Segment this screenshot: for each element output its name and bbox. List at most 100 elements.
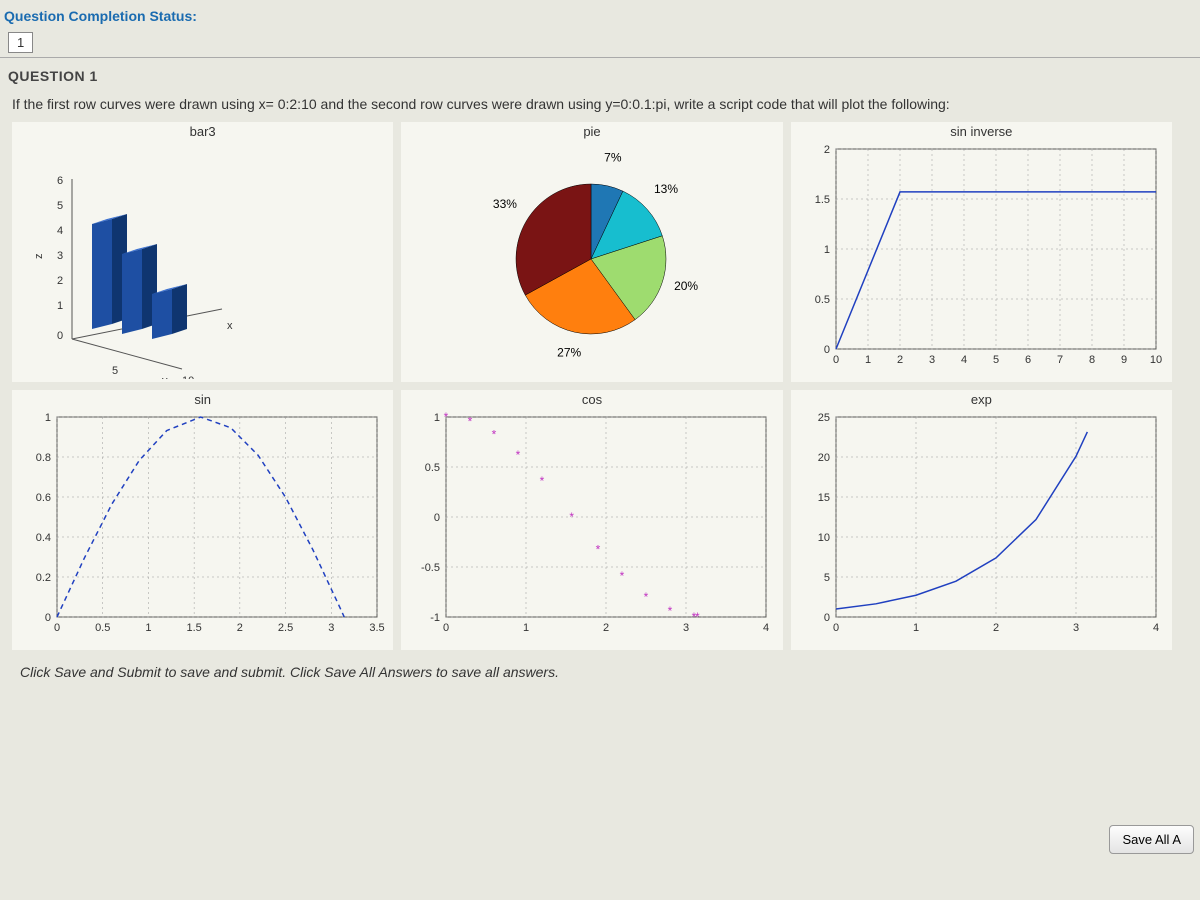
- svg-text:*: *: [516, 448, 521, 462]
- chart-exp: exp 0 1 2 3 4 0 5 10 15 20 25: [791, 390, 1172, 650]
- svg-text:5: 5: [57, 200, 63, 212]
- svg-text:*: *: [695, 610, 700, 624]
- svg-text:9: 9: [1121, 354, 1127, 366]
- svg-text:1: 1: [523, 622, 529, 634]
- svg-text:5: 5: [993, 354, 999, 366]
- question-heading: QUESTION 1: [0, 58, 1200, 88]
- save-all-button[interactable]: Save All A: [1109, 825, 1194, 854]
- svg-text:13%: 13%: [654, 182, 678, 196]
- svg-text:20%: 20%: [674, 279, 698, 293]
- svg-text:5: 5: [824, 572, 830, 584]
- bar3-svg: 6 5 4 3 2 1 0 z 5 y 10 x: [12, 139, 392, 379]
- asin-svg: 01234567891000.511.52: [791, 139, 1171, 379]
- svg-text:3: 3: [57, 250, 63, 262]
- chart-cos: cos 01234-1-0.500.51************: [401, 390, 782, 650]
- svg-text:0.5: 0.5: [425, 462, 440, 474]
- svg-text:0: 0: [833, 622, 839, 634]
- question-prompt: If the first row curves were drawn using…: [12, 96, 1188, 112]
- svg-text:0: 0: [443, 622, 449, 634]
- svg-text:*: *: [492, 427, 497, 441]
- chart-sin: sin 00.511.522.533.500.20.40.60.81: [12, 390, 393, 650]
- svg-text:10: 10: [817, 532, 829, 544]
- svg-text:27%: 27%: [557, 346, 581, 360]
- svg-text:*: *: [668, 604, 673, 618]
- chart-asin: sin inverse 01234567891000.511.52: [791, 122, 1172, 382]
- svg-text:10: 10: [182, 375, 194, 379]
- svg-text:1: 1: [145, 622, 151, 634]
- svg-text:15: 15: [817, 492, 829, 504]
- svg-text:y: y: [162, 375, 168, 379]
- svg-text:0: 0: [45, 612, 51, 624]
- svg-text:33%: 33%: [493, 197, 517, 211]
- svg-text:0.5: 0.5: [95, 622, 110, 634]
- svg-text:3: 3: [1073, 622, 1079, 634]
- svg-text:1.5: 1.5: [186, 622, 201, 634]
- chart-title: pie: [401, 122, 782, 139]
- save-instruction: Click Save and Submit to save and submit…: [12, 650, 1188, 694]
- svg-text:1: 1: [57, 300, 63, 312]
- chart-title: bar3: [12, 122, 393, 139]
- svg-text:2: 2: [993, 622, 999, 634]
- svg-text:*: *: [540, 474, 545, 488]
- svg-text:1: 1: [45, 412, 51, 424]
- cos-svg: 01234-1-0.500.51************: [401, 407, 781, 647]
- svg-text:1: 1: [865, 354, 871, 366]
- svg-text:*: *: [570, 510, 575, 524]
- svg-text:0: 0: [833, 354, 839, 366]
- chart-title: sin: [12, 390, 393, 407]
- footer-bar: Save All A: [1103, 819, 1200, 860]
- figure-grid: bar3 6 5 4 3 2 1 0 z 5 y 10: [12, 122, 1172, 650]
- svg-text:0.2: 0.2: [36, 572, 51, 584]
- svg-text:1: 1: [824, 244, 830, 256]
- svg-text:2.5: 2.5: [278, 622, 293, 634]
- svg-text:3: 3: [683, 622, 689, 634]
- svg-text:6: 6: [1025, 354, 1031, 366]
- svg-text:z: z: [33, 254, 45, 260]
- status-heading: Question Completion Status:: [0, 0, 1200, 28]
- svg-text:1: 1: [913, 622, 919, 634]
- svg-text:2: 2: [824, 144, 830, 156]
- svg-text:2: 2: [237, 622, 243, 634]
- pie-svg: 7% 13% 20% 27% 33%: [401, 139, 781, 379]
- svg-text:10: 10: [1150, 354, 1162, 366]
- svg-text:25: 25: [817, 412, 829, 424]
- svg-text:*: *: [620, 569, 625, 583]
- svg-text:0.6: 0.6: [36, 492, 51, 504]
- svg-text:7%: 7%: [604, 150, 622, 164]
- svg-text:*: *: [644, 590, 649, 604]
- chart-bar3: bar3 6 5 4 3 2 1 0 z 5 y 10: [12, 122, 393, 382]
- svg-text:2: 2: [603, 622, 609, 634]
- svg-text:2: 2: [897, 354, 903, 366]
- chart-title: exp: [791, 390, 1172, 407]
- svg-text:4: 4: [763, 622, 769, 634]
- svg-text:*: *: [596, 542, 601, 556]
- svg-text:1.5: 1.5: [814, 194, 829, 206]
- chart-title: sin inverse: [791, 122, 1172, 139]
- svg-text:0: 0: [824, 612, 830, 624]
- chart-title: cos: [401, 390, 782, 407]
- svg-text:7: 7: [1057, 354, 1063, 366]
- question-nav: 1: [0, 28, 1200, 58]
- question-nav-item[interactable]: 1: [8, 32, 33, 53]
- svg-text:0.5: 0.5: [814, 294, 829, 306]
- question-body: If the first row curves were drawn using…: [0, 88, 1200, 702]
- svg-text:0: 0: [54, 622, 60, 634]
- svg-text:*: *: [444, 410, 449, 424]
- svg-text:3: 3: [929, 354, 935, 366]
- svg-text:0: 0: [57, 330, 63, 342]
- svg-text:5: 5: [112, 365, 118, 377]
- svg-text:x: x: [227, 320, 233, 332]
- sin-svg: 00.511.522.533.500.20.40.60.81: [12, 407, 392, 647]
- svg-text:0: 0: [434, 512, 440, 524]
- svg-text:4: 4: [961, 354, 967, 366]
- svg-text:4: 4: [1153, 622, 1159, 634]
- svg-text:20: 20: [817, 452, 829, 464]
- svg-text:*: *: [468, 414, 473, 428]
- svg-text:-0.5: -0.5: [421, 562, 440, 574]
- svg-text:-1: -1: [431, 612, 441, 624]
- svg-text:4: 4: [57, 225, 63, 237]
- chart-pie: pie 7% 13% 20% 27% 33%: [401, 122, 782, 382]
- svg-text:2: 2: [57, 275, 63, 287]
- svg-text:3.5: 3.5: [369, 622, 384, 634]
- svg-text:0.4: 0.4: [36, 532, 51, 544]
